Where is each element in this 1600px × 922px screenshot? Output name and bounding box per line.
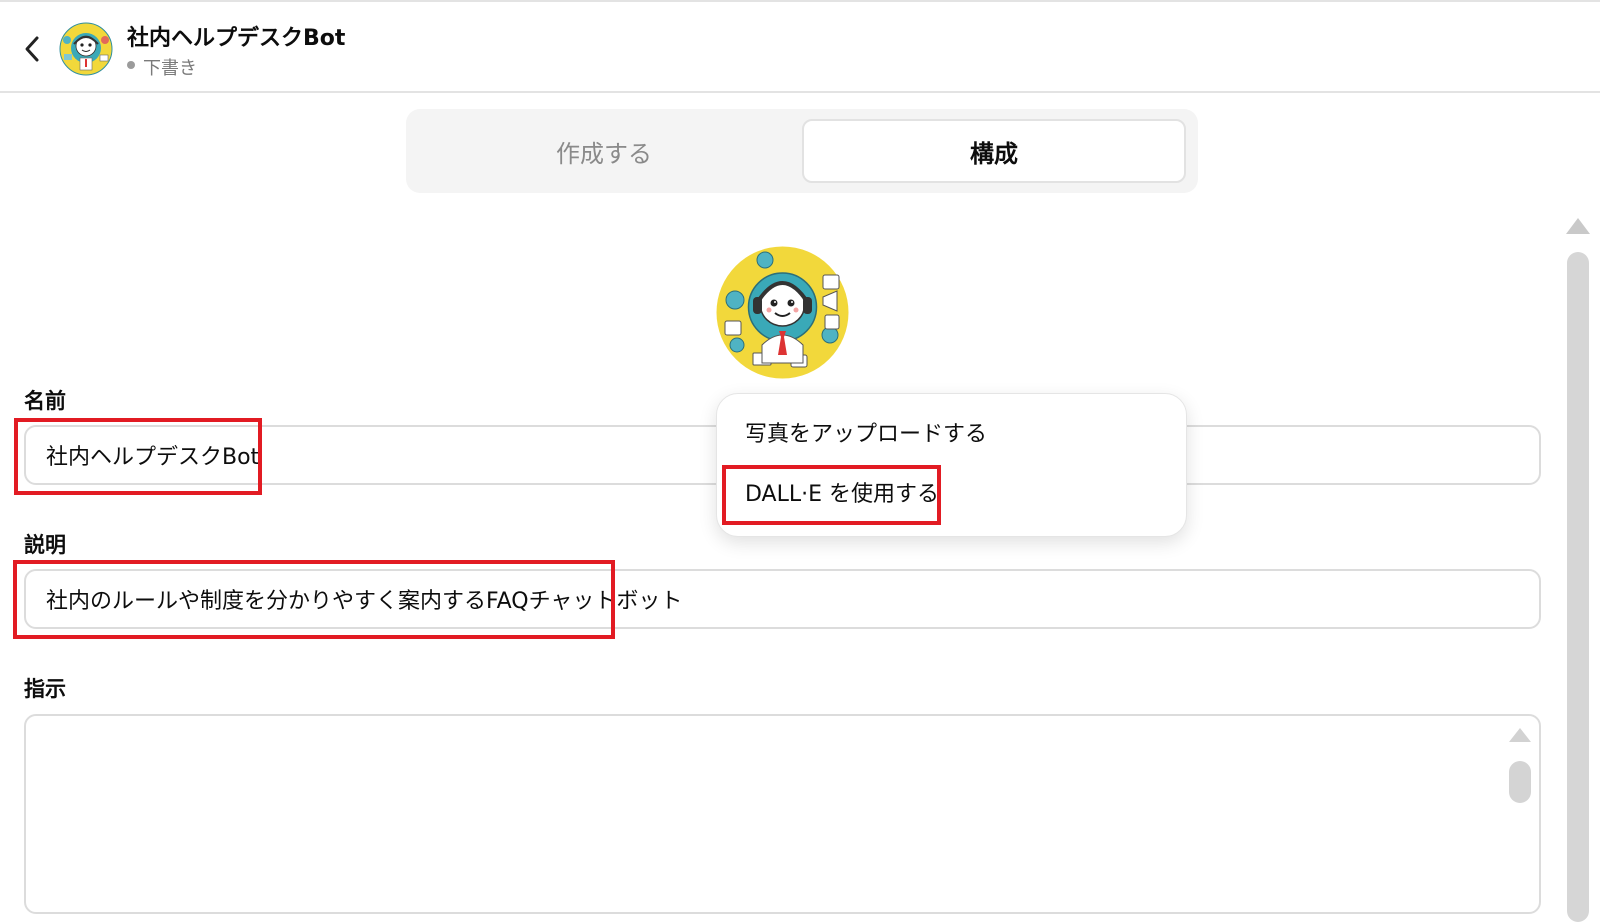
scroll-thumb[interactable] <box>1567 252 1589 922</box>
name-label: 名前 <box>24 389 66 413</box>
avatar-menu: 写真をアップロードする DALL·E を使用する <box>716 393 1187 537</box>
status-label: 下書き <box>143 58 197 79</box>
textarea-scroll-thumb[interactable] <box>1509 761 1531 803</box>
use-dalle-item[interactable]: DALL·E を使用する <box>745 476 939 508</box>
back-button[interactable] <box>18 32 46 66</box>
description-label: 説明 <box>24 533 66 557</box>
tab-create[interactable]: 作成する <box>412 119 796 183</box>
scroll-up-icon[interactable] <box>1566 218 1590 234</box>
page-scrollbar[interactable] <box>1563 216 1593 922</box>
mode-tabs: 作成する 構成 <box>406 109 1198 193</box>
gpt-title: 社内ヘルプデスクBot <box>127 26 346 51</box>
chevron-left-icon <box>25 36 39 62</box>
instructions-textarea[interactable] <box>24 714 1541 914</box>
gpt-avatar-icon[interactable] <box>59 22 113 76</box>
description-input[interactable]: 社内のルールや制度を分かりやすく案内するFAQチャットボット <box>24 569 1541 629</box>
textarea-scroll-up-icon[interactable] <box>1509 728 1531 742</box>
upload-photo-item[interactable]: 写真をアップロードする <box>745 416 987 448</box>
tab-configure[interactable]: 構成 <box>802 119 1186 183</box>
bot-avatar-image[interactable] <box>715 245 850 380</box>
status-dot-icon <box>127 61 135 69</box>
top-bar: 社内ヘルプデスクBot 下書き <box>0 0 1600 93</box>
instructions-label: 指示 <box>24 677 66 701</box>
